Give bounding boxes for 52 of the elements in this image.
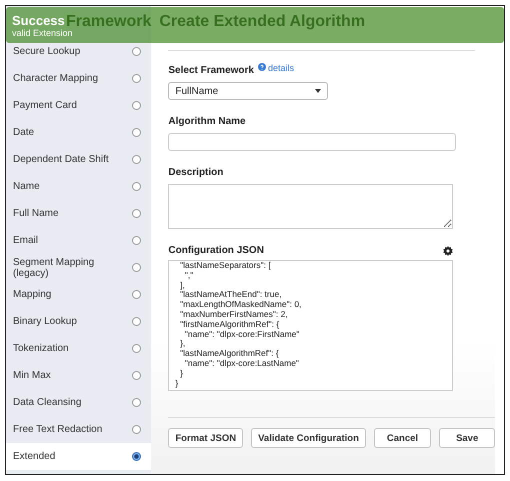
sidebar-item[interactable]: Secure Lookup — [6, 38, 152, 65]
action-button[interactable]: Validate Configuration — [251, 428, 366, 448]
algorithm-name-field[interactable] — [168, 133, 456, 151]
field-label: Select Framework — [168, 65, 254, 76]
sidebar-item[interactable]: Extended — [6, 443, 152, 470]
radio-button[interactable] — [132, 236, 142, 245]
radio-button[interactable] — [132, 101, 142, 110]
framework-select[interactable]: FullName — [168, 82, 328, 100]
radio-button[interactable] — [132, 344, 142, 353]
settings-icon[interactable] — [443, 246, 454, 256]
radio-button[interactable] — [132, 290, 142, 299]
sidebar-item[interactable]: Date — [6, 119, 152, 146]
radio-button[interactable] — [132, 398, 142, 407]
sidebar-item[interactable]: Binary Lookup — [6, 308, 152, 335]
sidebar-item[interactable]: Mapping — [6, 281, 152, 308]
sidebar-title: Framework — [66, 13, 152, 30]
caret-icon — [315, 89, 322, 93]
radio-button[interactable] — [132, 425, 142, 434]
field-label: Configuration JSON — [168, 245, 264, 256]
toast-message: valid Extension — [12, 28, 73, 38]
radio-button[interactable] — [132, 155, 142, 164]
toast-title: Success — [12, 12, 65, 28]
action-button[interactable]: Format JSON — [168, 428, 244, 448]
sidebar-item[interactable]: Segment Mapping (legacy) — [6, 254, 152, 281]
field-label: Description — [168, 167, 224, 178]
sidebar-item[interactable]: Data Cleansing — [6, 389, 152, 416]
radio-button[interactable] — [132, 74, 142, 83]
json-editor[interactable]: "lastNameSeparators": [ "," ], "lastNameAtTheEnd": true, "maxLengthOfMaskedName": 0, "maxNumberFirstNames": 2, "firstNameAlgorithmRef": { "name": "dlpx-core:FirstName" }, "lastNameAlgorithmRef": { "name": "dlpx-core:LastName" } } — [168, 260, 454, 391]
sidebar-item[interactable]: Email — [6, 227, 152, 254]
sidebar-item[interactable]: Min Max — [6, 362, 152, 389]
description-field[interactable] — [168, 184, 454, 229]
radio-button[interactable] — [132, 209, 142, 218]
radio-button[interactable] — [132, 452, 142, 461]
help-icon — [258, 62, 266, 70]
sidebar-item[interactable]: Full Name — [6, 200, 152, 227]
sidebar-item[interactable]: Dependent Date Shift — [6, 146, 152, 173]
details-link[interactable]: details — [258, 62, 294, 72]
radio-button[interactable] — [132, 128, 142, 137]
sidebar-item[interactable]: Name — [6, 173, 152, 200]
radio-button[interactable] — [132, 371, 142, 380]
sidebar-item[interactable]: Character Mapping — [6, 65, 152, 92]
radio-button[interactable] — [132, 317, 142, 326]
action-button[interactable]: Save — [439, 428, 496, 448]
radio-button[interactable] — [132, 47, 142, 56]
sidebar-item[interactable]: Free Text Redaction — [6, 416, 152, 443]
radio-button[interactable] — [132, 182, 142, 191]
page-title: Create Extended Algorithm — [159, 13, 366, 31]
sidebar-item[interactable]: Payment Card — [6, 92, 152, 119]
radio-button[interactable] — [132, 263, 142, 272]
action-button[interactable]: Cancel — [374, 428, 432, 448]
sidebar-item[interactable]: Tokenization — [6, 335, 152, 362]
field-label: Algorithm Name — [168, 116, 246, 127]
